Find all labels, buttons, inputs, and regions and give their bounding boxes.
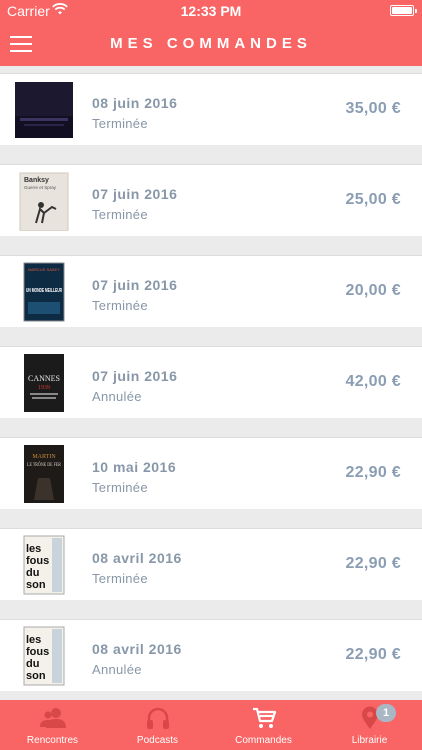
cover-title: LE TRÔNE DE FER	[27, 462, 62, 468]
cover-author: MARCUS SAKEY	[28, 267, 60, 272]
order-price: 22,90 €	[345, 464, 401, 481]
tab-commandes[interactable]: Commandes	[211, 700, 316, 750]
cover-word: les	[26, 634, 41, 646]
cover-word: les	[26, 543, 41, 555]
page-title: MES COMMANDES	[110, 35, 312, 52]
battery-icon	[390, 5, 417, 16]
people-icon	[40, 708, 66, 728]
headphones-icon	[147, 707, 169, 729]
order-price: 20,00 €	[345, 282, 401, 299]
order-status: Terminée	[92, 480, 148, 495]
order-row[interactable]: les fous du son 08 avril 2016 Terminée 2…	[0, 528, 422, 600]
tab-label: Commandes	[235, 735, 292, 746]
cover-subtitle: Guerre et Spray	[24, 185, 57, 190]
tab-librairie[interactable]: Librairie	[317, 700, 422, 750]
top-bar: Carrier 12:33 PM MES COMMANDES	[0, 0, 422, 66]
notification-badge: 1	[376, 704, 396, 722]
order-status: Annulée	[92, 389, 142, 404]
clock: 12:33 PM	[180, 3, 242, 19]
cannes-1939-cover: CANNES 1939	[24, 354, 64, 412]
tab-label: Librairie	[351, 735, 388, 746]
order-status: Terminée	[92, 207, 148, 222]
tab-podcasts[interactable]: Podcasts	[105, 700, 210, 750]
cover-word: son	[26, 579, 46, 591]
les-fous-du-son-cover: les fous du son	[23, 626, 65, 686]
order-status: Terminée	[92, 298, 148, 313]
order-status: Terminée	[92, 116, 148, 131]
cover-word: du	[26, 658, 39, 670]
status-bar: Carrier 12:33 PM	[0, 0, 422, 22]
tab-label: Podcasts	[136, 735, 179, 746]
cover-word: du	[26, 567, 39, 579]
tab-rencontres[interactable]: Rencontres	[0, 700, 105, 750]
order-date: 07 juin 2016	[92, 186, 178, 202]
order-row[interactable]: CANNES 1939 07 juin 2016 Annulée 42,00 €	[0, 346, 422, 418]
order-price: 35,00 €	[345, 100, 401, 117]
order-row[interactable]: Banksy Guerre et Spray 07 juin 2016 Term…	[0, 164, 422, 236]
cover-year: 1939	[38, 385, 50, 391]
order-status: Annulée	[92, 662, 142, 677]
les-fous-du-son-cover: les fous du son	[23, 535, 65, 595]
order-price: 42,00 €	[345, 373, 401, 390]
un-monde-meilleur-cover: MARCUS SAKEY UN MONDE MEILLEUR	[23, 262, 65, 322]
cover-word: son	[26, 670, 46, 682]
banksy-cover: Banksy Guerre et Spray	[19, 172, 69, 231]
le-trone-de-fer-cover: MARTIN LE TRÔNE DE FER	[24, 445, 64, 503]
cart-icon	[253, 707, 277, 728]
order-row[interactable]: MARTIN LE TRÔNE DE FER 10 mai 2016 Termi…	[0, 437, 422, 509]
order-date: 08 juin 2016	[92, 95, 178, 111]
cover-title: Banksy	[24, 177, 49, 184]
cover-title: UN MONDE MEILLEUR	[26, 288, 62, 294]
cover-author: MARTIN	[32, 454, 56, 460]
order-row[interactable]: MARCUS SAKEY UN MONDE MEILLEUR 07 juin 2…	[0, 255, 422, 327]
order-date: 07 juin 2016	[92, 368, 178, 384]
order-date: 07 juin 2016	[92, 277, 178, 293]
tab-bar: Rencontres Podcasts Commandes Librairie	[0, 700, 422, 750]
cover-title: CANNES	[28, 374, 60, 383]
tab-label: Rencontres	[26, 735, 79, 746]
order-price: 22,90 €	[345, 646, 401, 663]
order-date: 08 avril 2016	[92, 550, 182, 566]
order-status: Terminée	[92, 571, 148, 586]
order-price: 22,90 €	[345, 555, 401, 572]
dark-night-cover	[15, 82, 73, 138]
order-row[interactable]: 08 juin 2016 Terminée 35,00 €	[0, 73, 422, 145]
orders-list[interactable]: 08 juin 2016 Terminée 35,00 € Banksy Gue…	[0, 66, 422, 700]
order-row[interactable]: les fous du son 08 avril 2016 Annulée 22…	[0, 619, 422, 691]
cover-word: fous	[26, 646, 49, 658]
order-date: 08 avril 2016	[92, 641, 182, 657]
order-price: 25,00 €	[345, 191, 401, 208]
cover-word: fous	[26, 555, 49, 567]
order-date: 10 mai 2016	[92, 459, 177, 475]
